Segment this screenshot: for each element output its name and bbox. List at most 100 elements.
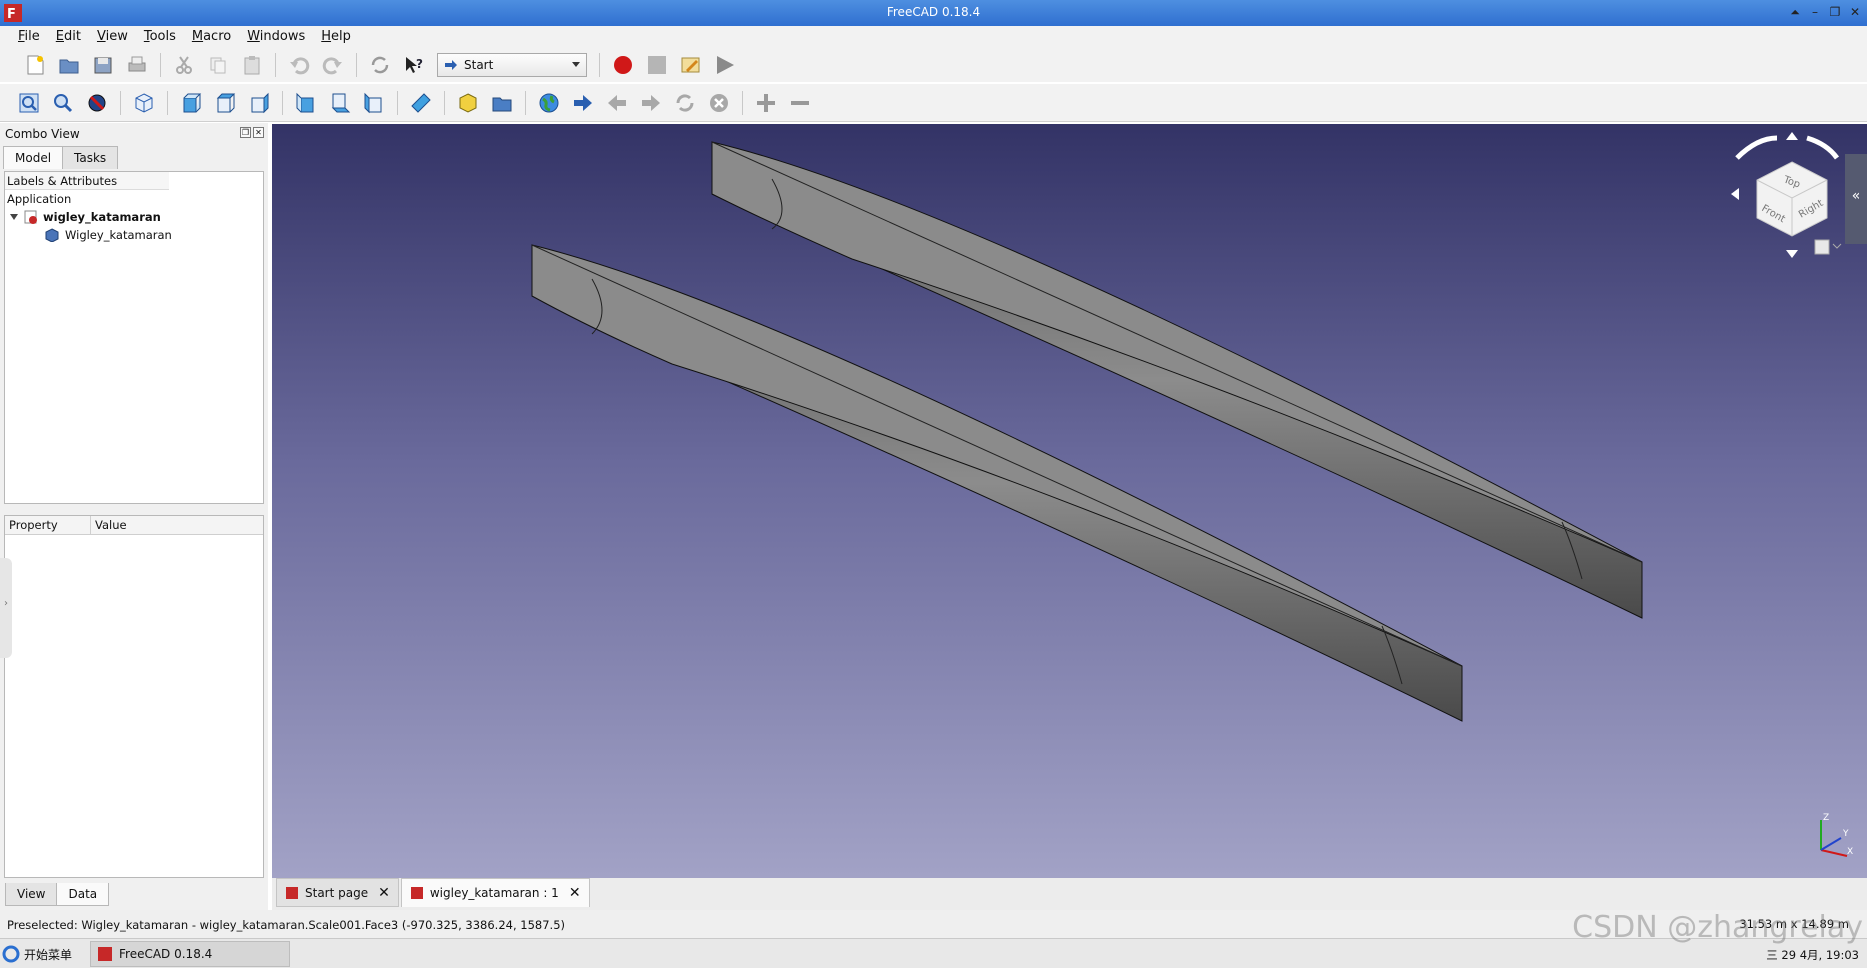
refresh-icon	[371, 56, 389, 74]
paste-button[interactable]	[238, 51, 266, 79]
menu-macro[interactable]: Macro	[184, 26, 239, 48]
create-group-button[interactable]	[488, 89, 516, 117]
new-document-button[interactable]	[21, 51, 49, 79]
view-left-button[interactable]	[360, 89, 388, 117]
view-isometric-button[interactable]	[130, 89, 158, 117]
menu-file[interactable]: File	[10, 26, 48, 48]
property-column-header: Property	[5, 516, 91, 534]
axis-x-label: X	[1847, 847, 1853, 857]
macro-edit-icon	[681, 57, 700, 73]
tree-section-application: Application	[7, 192, 72, 206]
menu-edit-mnemonic: E	[55, 29, 64, 44]
window-maximize-icon[interactable]: ❐	[1827, 4, 1843, 20]
view-top-button[interactable]	[211, 89, 239, 117]
web-refresh-button[interactable]	[671, 89, 699, 117]
macro-stop-button[interactable]	[643, 51, 671, 79]
web-go-button[interactable]	[569, 89, 597, 117]
copy-icon	[210, 57, 226, 74]
workbench-selector[interactable]: Start	[437, 53, 587, 77]
undo-button[interactable]	[285, 51, 313, 79]
zoom-in-button[interactable]	[752, 89, 780, 117]
tab-tasks[interactable]: Tasks	[62, 146, 119, 169]
window-close-icon[interactable]: ✕	[1847, 4, 1863, 20]
expand-arrow-icon[interactable]	[9, 212, 19, 222]
tree-document-label: wigley_katamaran	[43, 210, 161, 224]
menu-edit[interactable]: Edit	[48, 26, 89, 48]
menu-tools-label: ools	[149, 29, 176, 44]
doc-tab-wigley-katamaran[interactable]: wigley_katamaran : 1 ✕	[400, 878, 590, 907]
tree-object-row[interactable]: Wigley_katamaran	[5, 226, 263, 244]
menu-view[interactable]: View	[89, 26, 136, 48]
view-rear-button[interactable]	[292, 89, 320, 117]
start-menu-button[interactable]: 开始菜单	[2, 942, 72, 966]
float-panel-icon[interactable]: ❐	[240, 127, 251, 138]
panel-splitter-handle[interactable]: ›	[0, 558, 12, 658]
toolbar-separator	[160, 53, 161, 77]
window-minimize-icon[interactable]: –	[1807, 4, 1823, 20]
toolbar-separator	[275, 53, 276, 77]
new-file-icon	[27, 55, 44, 75]
copy-button[interactable]	[204, 51, 232, 79]
collapse-panel-icon[interactable]: «	[1845, 154, 1867, 244]
redo-button[interactable]	[319, 51, 347, 79]
combo-tabs: Model Tasks	[3, 146, 119, 169]
print-button[interactable]	[123, 51, 151, 79]
window-shade-icon[interactable]: ⏶	[1787, 4, 1803, 20]
zoom-out-button[interactable]	[786, 89, 814, 117]
menu-windows-mnemonic: W	[247, 29, 260, 44]
arrow-right-icon	[574, 94, 592, 111]
freecad-app-icon	[98, 947, 112, 961]
catamaran-model[interactable]	[272, 124, 1867, 878]
menubar: File Edit View Tools Macro Windows Help	[0, 26, 1867, 48]
menu-tools[interactable]: Tools	[136, 26, 184, 48]
close-tab-icon[interactable]: ✕	[378, 885, 390, 901]
draw-style-button[interactable]	[83, 89, 111, 117]
web-back-button[interactable]	[603, 89, 631, 117]
web-stop-button[interactable]	[705, 89, 733, 117]
navigation-cube[interactable]: Top Front Right	[1697, 124, 1847, 284]
view-bottom-button[interactable]	[326, 89, 354, 117]
menu-windows[interactable]: Windows	[239, 26, 313, 48]
minus-icon	[791, 100, 809, 105]
toolbar-separator	[444, 90, 445, 115]
tree-document-row[interactable]: wigley_katamaran	[5, 208, 263, 226]
taskbar-freecad[interactable]: FreeCAD 0.18.4	[90, 941, 290, 967]
value-column-header: Value	[95, 518, 127, 532]
macro-record-button[interactable]	[609, 51, 637, 79]
watermark-text: CSDN @zhangrelay	[1572, 910, 1863, 945]
forward-arrow-icon	[642, 94, 660, 111]
close-tab-icon[interactable]: ✕	[569, 885, 581, 901]
create-part-button[interactable]	[454, 89, 482, 117]
cut-button[interactable]	[170, 51, 198, 79]
measure-distance-button[interactable]	[407, 89, 435, 117]
tab-model[interactable]: Model	[3, 146, 64, 169]
menu-help[interactable]: Help	[313, 26, 359, 48]
plus-icon	[757, 93, 775, 112]
close-panel-icon[interactable]: ✕	[253, 127, 264, 138]
start-menu-icon	[2, 945, 20, 963]
tab-data[interactable]: Data	[56, 883, 110, 906]
macro-run-button[interactable]	[711, 51, 739, 79]
view-front-button[interactable]	[177, 89, 205, 117]
start-menu-label: 开始菜单	[24, 947, 73, 962]
refresh-button[interactable]	[366, 51, 394, 79]
view-right-button[interactable]	[245, 89, 273, 117]
chevron-down-icon	[572, 62, 580, 67]
web-forward-button[interactable]	[637, 89, 665, 117]
fit-all-button[interactable]	[15, 89, 43, 117]
document-tabs: Start page ✕ wigley_katamaran : 1 ✕	[272, 878, 1867, 910]
fit-selection-button[interactable]	[49, 89, 77, 117]
web-browser-button[interactable]	[535, 89, 563, 117]
macro-edit-button[interactable]	[677, 51, 705, 79]
save-button[interactable]	[89, 51, 117, 79]
doc-tab-start-page[interactable]: Start page ✕	[276, 878, 399, 907]
draw-style-icon	[88, 94, 106, 111]
stop-icon	[648, 56, 666, 74]
front-view-icon	[183, 93, 202, 112]
whats-this-button[interactable]: ?	[400, 51, 428, 79]
open-button[interactable]	[55, 51, 83, 79]
left-view-icon	[364, 92, 382, 113]
menu-edit-label: dit	[64, 29, 81, 44]
3d-viewport[interactable]: Top Front Right « Z Y X	[272, 124, 1867, 878]
tab-view[interactable]: View	[5, 883, 58, 906]
